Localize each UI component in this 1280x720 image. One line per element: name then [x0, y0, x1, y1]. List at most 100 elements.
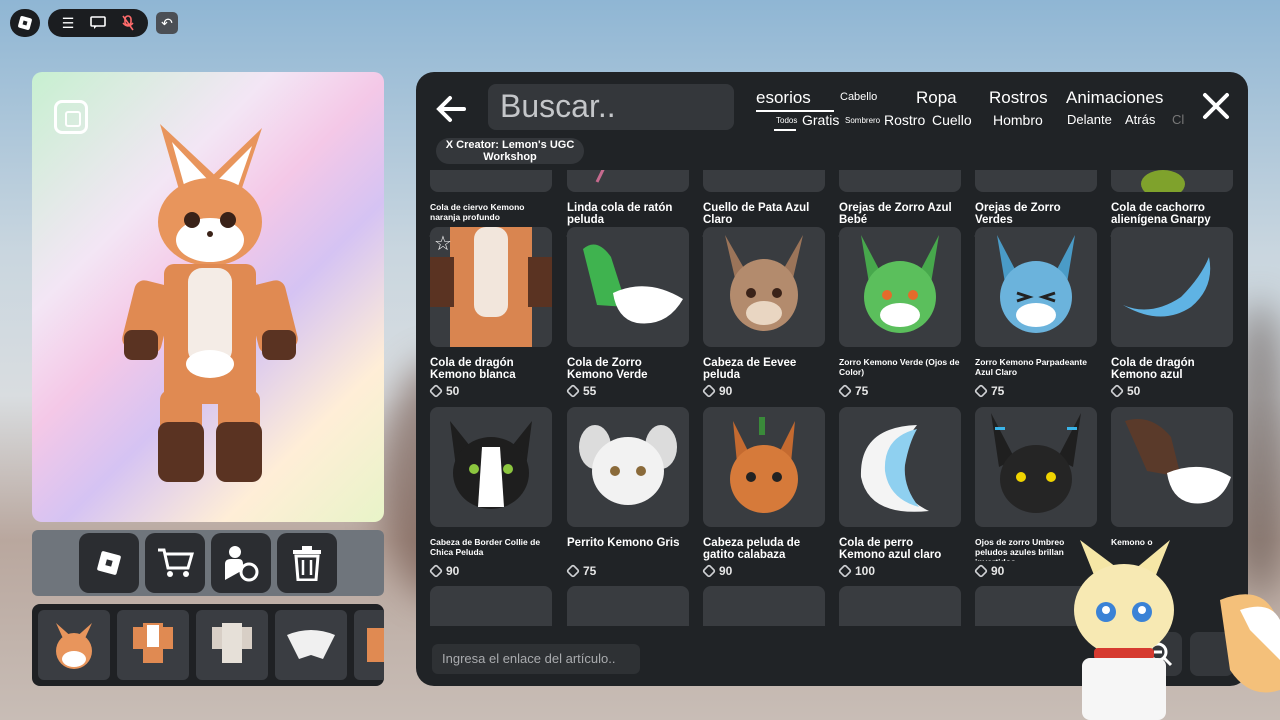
roblox-logo-icon [97, 551, 121, 575]
item-thumbnail [975, 170, 1097, 192]
tab-accessories[interactable]: esorios [756, 88, 811, 108]
item-thumbnail [567, 227, 689, 347]
subtab-more[interactable]: Cl [1172, 112, 1184, 127]
catalog-item[interactable] [839, 586, 961, 626]
subtab-neck[interactable]: Cuello [932, 112, 972, 128]
subtab-front[interactable]: Delante [1067, 112, 1112, 127]
item-name: Cabeza peluda de gatito calabaza [703, 537, 801, 561]
item-price: 75 [837, 383, 961, 399]
robux-icon [565, 383, 581, 399]
equipped-item[interactable] [38, 610, 110, 680]
subtab-back[interactable]: Atrás [1125, 112, 1155, 127]
tab-hair[interactable]: Cabello [840, 91, 877, 103]
search-input[interactable]: Buscar.. [488, 84, 734, 130]
catalog-item[interactable]: ☆ Cola de dragón Kemono blanca 50 [428, 227, 552, 399]
undo-icon: ↶ [161, 14, 173, 31]
robux-icon [837, 383, 853, 399]
equipped-item[interactable] [196, 610, 268, 680]
equipped-item[interactable] [354, 610, 384, 680]
delete-button[interactable] [277, 533, 337, 593]
back-arrow-icon[interactable] [434, 92, 468, 126]
equipped-item[interactable] [117, 610, 189, 680]
roblox-menu-button[interactable] [10, 9, 40, 37]
robux-icon [837, 563, 853, 579]
robux-icon [428, 383, 444, 399]
item-name: Orejas de Zorro Verdes [975, 202, 1061, 226]
catalog-item[interactable]: Cabeza peluda de gatito calabaza 90 [701, 407, 825, 579]
item-name: Cuello de Pata Azul Claro [703, 202, 810, 226]
cart-icon [158, 548, 194, 577]
item-thumbnail [1111, 170, 1233, 192]
item-price: 90 [701, 563, 825, 579]
item-thumbnail [975, 407, 1097, 527]
favorite-star-icon[interactable]: ☆ [434, 231, 452, 256]
item-thumbnail [839, 586, 961, 626]
outfit-swap-button[interactable] [211, 533, 271, 593]
user-swap-icon [225, 546, 259, 582]
roblox-logo-icon [17, 15, 33, 31]
item-thumbnail [839, 227, 961, 347]
item-name: Cola de dragón Kemono blanca [430, 357, 516, 381]
catalog-item[interactable]: Cola de perro Kemono azul claro 100 [837, 407, 961, 579]
avatar-preview[interactable] [32, 72, 384, 522]
item-thumbnail [430, 170, 552, 192]
tab-faces[interactable]: Rostros [989, 88, 1048, 108]
close-icon[interactable] [1200, 90, 1232, 122]
item-thumbnail [567, 586, 689, 626]
mic-muted-icon[interactable] [120, 15, 136, 31]
item-thumbnail [839, 170, 961, 192]
item-name: Cola de ciervo Kemono naranja profundo [430, 202, 525, 222]
undo-button[interactable]: ↶ [156, 12, 178, 34]
item-price: 90 [701, 383, 825, 399]
subtab-hat[interactable]: Sombrero [845, 116, 880, 125]
item-name: Perrito Kemono Gris [567, 537, 680, 549]
item-name: Orejas de Zorro Azul Bebé [839, 202, 952, 226]
chat-icon[interactable] [90, 15, 106, 31]
catalog-item[interactable]: Cola de dragón Kemono azul 50 [1109, 227, 1233, 399]
roblox-button[interactable] [79, 533, 139, 593]
catalog-item[interactable]: Perrito Kemono Gris 75 [565, 407, 689, 579]
catalog-item[interactable]: Cabeza de Border Collie de Chica Peluda … [428, 407, 552, 579]
category-tabs: esorios Cabello Ropa Rostros Animaciones [756, 88, 1186, 112]
subtab-all[interactable]: Todos [776, 116, 797, 125]
active-subtab-indicator [774, 129, 796, 131]
catalog-item[interactable]: Cabeza de Eevee peluda 90 [701, 227, 825, 399]
item-thumbnail [975, 227, 1097, 347]
subtab-face[interactable]: Rostro [884, 112, 925, 128]
catalog-item[interactable] [430, 586, 552, 626]
catalog-item[interactable] [703, 586, 825, 626]
avatar-figure [122, 124, 298, 482]
catalog-item[interactable]: Zorro Kemono Verde (Ojos de Color) 75 [837, 227, 961, 399]
item-price: 50 [428, 383, 552, 399]
item-price: 100 [837, 563, 961, 579]
trash-icon [293, 546, 321, 581]
equipped-item[interactable] [275, 610, 347, 680]
item-price: 75 [565, 563, 689, 579]
catalog-item[interactable]: Zorro Kemono Parpadeante Azul Claro 75 [973, 227, 1097, 399]
catalog-item[interactable] [567, 586, 689, 626]
hamburger-icon[interactable]: ☰ [60, 15, 76, 31]
robux-icon [565, 563, 581, 579]
item-price: 75 [973, 383, 1097, 399]
item-thumbnail [703, 407, 825, 527]
cart-button[interactable] [145, 533, 205, 593]
item-thumbnail [703, 227, 825, 347]
robux-icon [1109, 383, 1125, 399]
item-name: Cabeza de Border Collie de Chica Peluda [430, 537, 541, 557]
creator-chip-line2: Workshop [483, 151, 537, 163]
item-price: 90 [428, 563, 552, 579]
tab-clothing[interactable]: Ropa [916, 88, 957, 108]
item-link-input[interactable]: Ingresa el enlace del artículo.. [432, 644, 640, 674]
mascot-character [1074, 540, 1280, 720]
equipped-items [32, 604, 384, 686]
creator-filter-chip[interactable]: X Creator: Lemon's UGC Workshop [436, 138, 584, 164]
subtab-free[interactable]: Gratis [802, 112, 839, 128]
catalog-item[interactable]: Cola de Zorro Kemono Verde 55 [565, 227, 689, 399]
robux-icon [701, 383, 717, 399]
item-thumbnail [703, 586, 825, 626]
item-name: Cola de perro Kemono azul claro [839, 537, 942, 561]
item-price: 50 [1109, 383, 1233, 399]
tab-animations[interactable]: Animaciones [1066, 88, 1163, 108]
subtab-shoulder[interactable]: Hombro [993, 112, 1043, 128]
item-thumbnail [430, 586, 552, 626]
